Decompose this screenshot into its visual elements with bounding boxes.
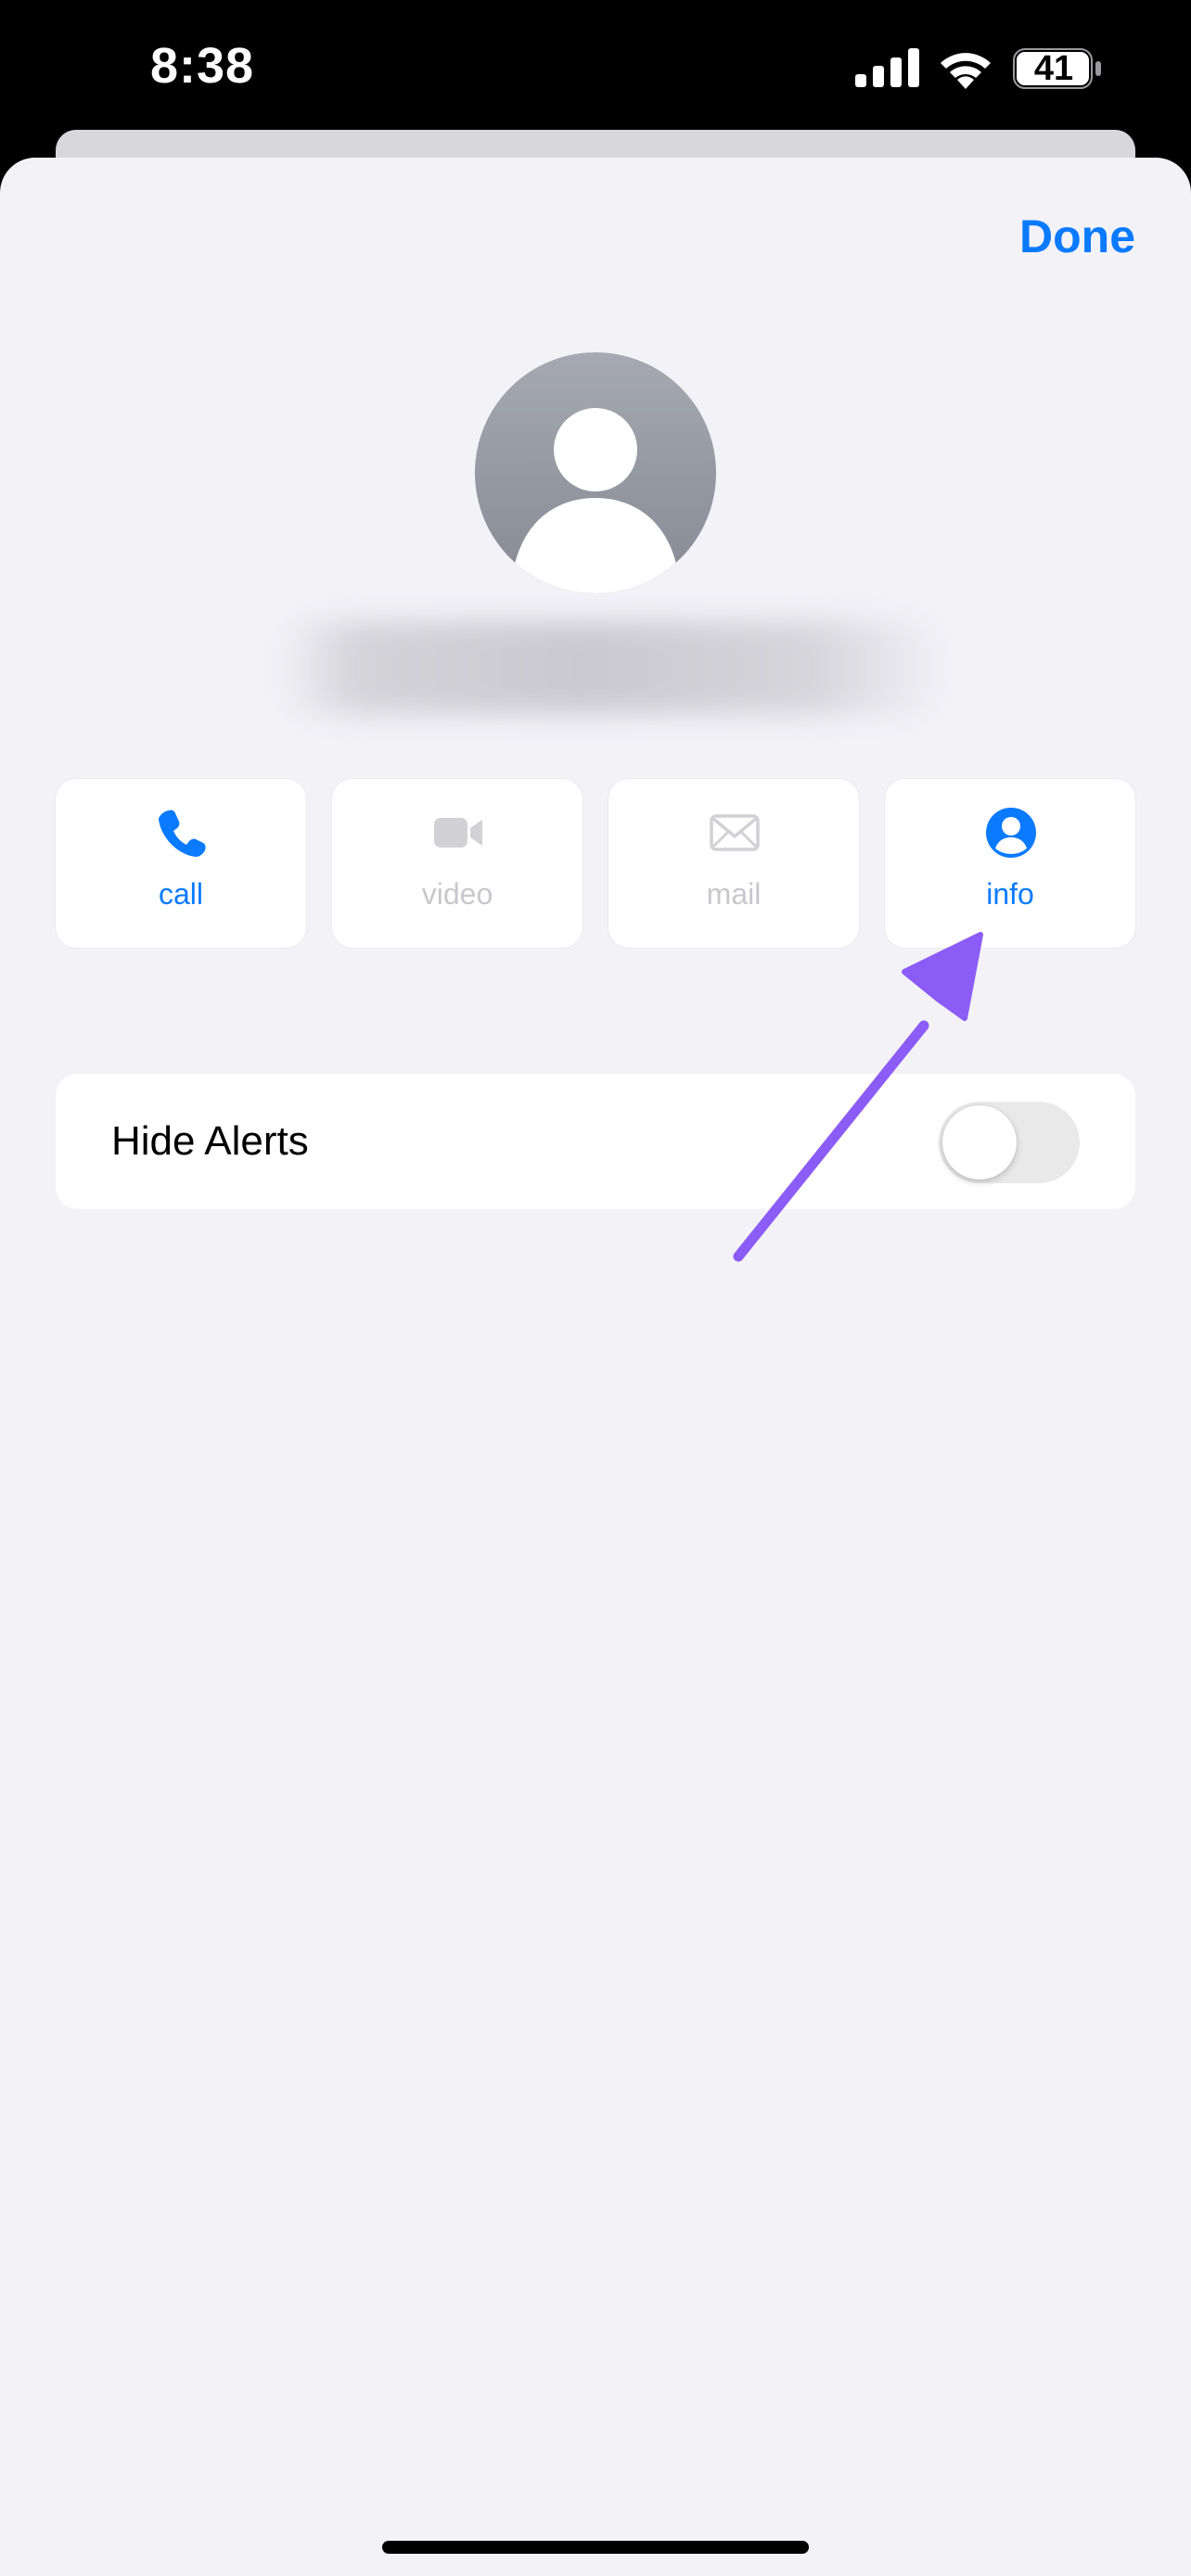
call-label: call <box>158 877 203 911</box>
status-time: 8:38 <box>150 38 255 94</box>
person-circle-icon <box>986 808 1036 858</box>
done-button[interactable]: Done <box>1019 210 1135 263</box>
info-label: info <box>986 877 1034 911</box>
call-button[interactable]: call <box>56 779 306 948</box>
video-camera-icon <box>434 818 482 848</box>
contact-name <box>278 617 946 719</box>
info-button[interactable]: info <box>885 779 1135 948</box>
wifi-icon <box>941 53 991 89</box>
status-bar: 8:38 41 <box>0 0 1191 139</box>
mail-button[interactable]: mail <box>608 779 859 948</box>
avatar <box>475 352 716 593</box>
battery-level: 41 <box>1033 49 1074 88</box>
hide-alerts-label: Hide Alerts <box>111 1118 309 1164</box>
mail-label: mail <box>706 877 762 911</box>
video-button[interactable]: video <box>332 779 583 948</box>
video-label: video <box>421 877 493 911</box>
signal-icon <box>855 48 919 87</box>
person-placeholder-icon <box>514 408 677 593</box>
hide-alerts-toggle[interactable] <box>939 1102 1080 1183</box>
phone-screen: 8:38 41 Done call video mail info Hide A… <box>0 0 1191 2576</box>
home-indicator <box>382 2541 809 2554</box>
envelope-icon <box>710 814 760 851</box>
hide-alerts-row: Hide Alerts <box>56 1074 1135 1209</box>
phone-icon <box>159 810 206 857</box>
toggle-knob <box>942 1105 1017 1180</box>
